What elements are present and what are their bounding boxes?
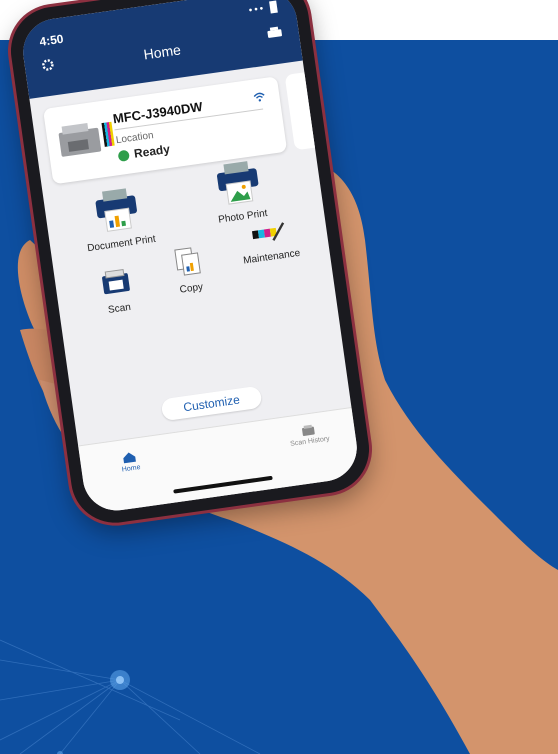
printer-status: Ready <box>133 141 171 161</box>
tile-label: Scan <box>107 301 132 316</box>
tile-label: Copy <box>179 281 204 296</box>
tab-scan-history[interactable]: Scan History <box>288 422 330 448</box>
tile-photo-print[interactable]: Photo Print <box>190 155 288 229</box>
tile-maintenance[interactable]: Maintenance <box>227 215 312 268</box>
ready-check-icon <box>117 149 130 163</box>
status-time: 4:50 <box>38 31 65 49</box>
status-icons: ••• █ <box>248 1 280 17</box>
document-print-icon <box>95 188 137 232</box>
wifi-icon <box>252 88 266 107</box>
photo-print-icon <box>217 161 259 205</box>
home-icon <box>123 452 137 464</box>
tile-copy[interactable]: Copy <box>156 242 222 298</box>
tile-document-print[interactable]: Document Print <box>69 182 167 256</box>
tab-label: Scan History <box>289 435 331 448</box>
printer-icon[interactable] <box>266 25 284 46</box>
page-title: Home <box>142 41 182 63</box>
ink-levels <box>101 121 115 147</box>
copy-icon <box>174 247 201 276</box>
customize-button[interactable]: Customize <box>160 385 263 422</box>
app-screen: 4:50 ••• █ Home MFC-J3940DW Location Rea… <box>18 0 362 515</box>
tab-label: Home <box>121 464 141 474</box>
maintenance-icon <box>251 222 285 241</box>
scan-icon <box>102 268 130 295</box>
tab-home[interactable]: Home <box>120 450 141 474</box>
tile-label: Maintenance <box>242 247 301 267</box>
tile-label: Document Print <box>86 233 157 255</box>
tile-scan[interactable]: Scan <box>84 265 150 319</box>
scan-history-icon <box>302 424 315 436</box>
home-indicator <box>173 475 273 494</box>
printer-device-image <box>58 123 102 157</box>
